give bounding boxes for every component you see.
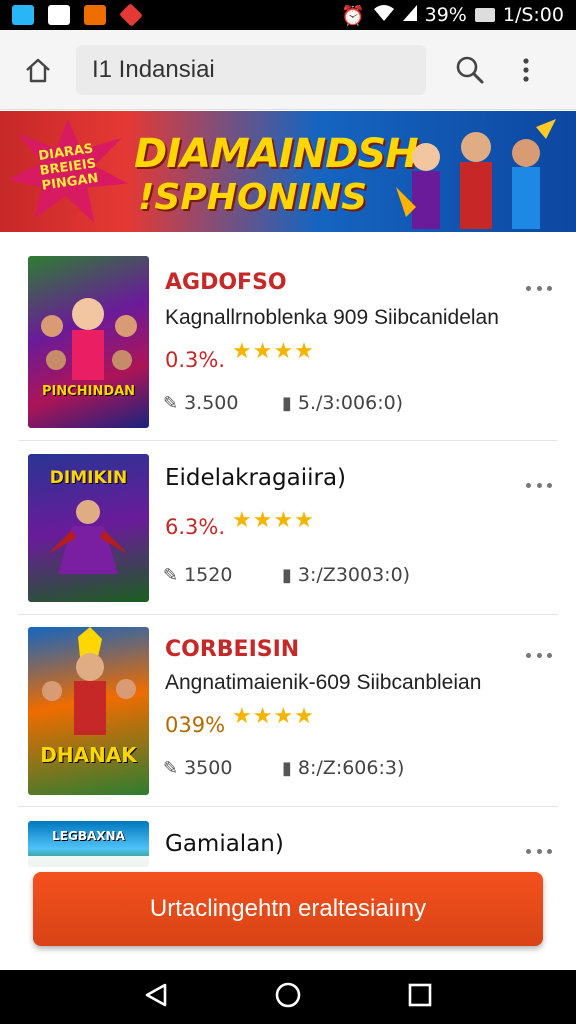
download-count: ✎ 3500 xyxy=(163,757,232,779)
thumbnail-art xyxy=(41,298,137,380)
pencil-icon: ✎ xyxy=(163,757,179,779)
home-circle-icon xyxy=(275,982,301,1007)
item-title: AGDOFSO xyxy=(165,270,287,295)
promo-banner[interactable]: DIARAS BREIEIS PINGAN DIAMAINDSH !SPHONI… xyxy=(0,111,576,232)
thumbs-up-icon: ▮ xyxy=(282,564,292,586)
download-count-value: 1520 xyxy=(184,564,233,586)
star-rating: ★★★★ xyxy=(232,507,315,532)
size-value: 8:/Z:606:3) xyxy=(297,757,405,779)
download-count-value: 3.500 xyxy=(184,392,239,414)
download-count: ✎ 3.500 xyxy=(163,392,239,414)
more-vert-icon xyxy=(523,57,529,82)
alarm-icon: ⏰ xyxy=(340,4,365,27)
search-input[interactable]: I1 Indansiai xyxy=(76,44,426,95)
pencil-icon: ✎ xyxy=(163,392,179,414)
pencil-icon: ✎ xyxy=(163,564,179,586)
thumbnail-art xyxy=(42,627,136,735)
home-button[interactable] xyxy=(0,30,76,110)
gallery-notification-icon xyxy=(48,5,70,25)
download-count: ✎ 1520 xyxy=(163,564,232,586)
search-button[interactable] xyxy=(442,30,498,110)
thumbnail-title: PINCHINDAN xyxy=(41,384,136,399)
app-thumbnail: DIMIKIN xyxy=(28,454,149,602)
item-rating: 0.3%. xyxy=(165,348,226,372)
search-icon xyxy=(456,56,484,83)
thumbnail-title: DHANAK xyxy=(40,743,137,767)
signal-icon xyxy=(402,4,417,26)
system-nav-bar xyxy=(0,970,576,1024)
install-cta-button[interactable]: Urtaclingehtn eraltesiaiıny xyxy=(33,872,543,946)
app-thumbnail: DHANAK xyxy=(28,627,149,795)
thumbnail-title: DIMIKIN xyxy=(49,468,128,488)
recents-icon xyxy=(409,983,432,1006)
notification-icons xyxy=(12,3,143,27)
overflow-menu-button[interactable] xyxy=(498,30,554,110)
app-notification-icon xyxy=(12,5,34,25)
wifi-icon xyxy=(373,4,395,27)
status-bar: ⏰ 39% 1/S:00 xyxy=(0,0,576,30)
heroes-illustration xyxy=(396,119,556,229)
banner-title: DIAMAINDSH xyxy=(134,131,419,177)
banner-subtitle: !SPHONINS xyxy=(138,177,368,218)
clock: 1/S:00 xyxy=(502,4,564,26)
app-thumbnail: PINCHINDAN xyxy=(28,256,149,428)
item-title: Eidelakragaiira) xyxy=(165,465,347,491)
item-menu-button[interactable] xyxy=(526,278,552,298)
thumbs-up-icon: ▮ xyxy=(282,392,292,414)
item-menu-button[interactable] xyxy=(526,645,552,665)
back-button[interactable] xyxy=(143,982,169,1013)
battery-percent: 39% xyxy=(424,4,467,26)
size-info: ▮ 3:/Z3003:0) xyxy=(282,564,410,586)
list-item[interactable]: DHANAK CORBEISIN Angnatimaienik-609 Siib… xyxy=(18,615,558,807)
thumbnail-title: LEGBAXNA xyxy=(52,829,125,843)
game-notification-icon xyxy=(119,3,143,27)
size-info: ▮ 8:/Z:606:3) xyxy=(282,757,404,779)
home-nav-button[interactable] xyxy=(274,981,302,1014)
back-icon xyxy=(145,983,166,1006)
item-rating: 039% xyxy=(165,713,226,737)
item-subtitle: Angnatimaienik-609 Siibcanbleian xyxy=(165,671,482,694)
list-item[interactable]: PINCHINDAN AGDOFSO Kagnallrnoblenka 909 … xyxy=(18,232,558,441)
download-count-value: 3500 xyxy=(184,757,233,779)
item-menu-button[interactable] xyxy=(526,475,552,495)
item-title: CORBEISIN xyxy=(165,637,300,662)
thumbs-up-icon: ▮ xyxy=(282,757,292,779)
item-subtitle: Kagnallrnoblenka 909 Siibcanidelan xyxy=(165,306,499,329)
app-bar: I1 Indansiai xyxy=(0,30,576,110)
photo-notification-icon xyxy=(84,5,106,25)
item-title: Gamialan) xyxy=(165,831,284,857)
size-info: ▮ 5./3:006:0) xyxy=(282,392,403,414)
star-rating: ★★★★ xyxy=(232,338,315,363)
size-value: 5./3:006:0) xyxy=(297,392,404,414)
item-rating: 6.3%. xyxy=(165,515,226,539)
size-value: 3:/Z3003:0) xyxy=(297,564,411,586)
home-icon xyxy=(26,58,50,82)
star-rating: ★★★★ xyxy=(232,703,315,728)
list-item[interactable]: DIMIKIN Eidelakragaiira) 6.3%. ★★★★ ✎ 15… xyxy=(18,441,558,615)
recents-button[interactable] xyxy=(407,982,433,1013)
battery-icon xyxy=(474,8,495,22)
